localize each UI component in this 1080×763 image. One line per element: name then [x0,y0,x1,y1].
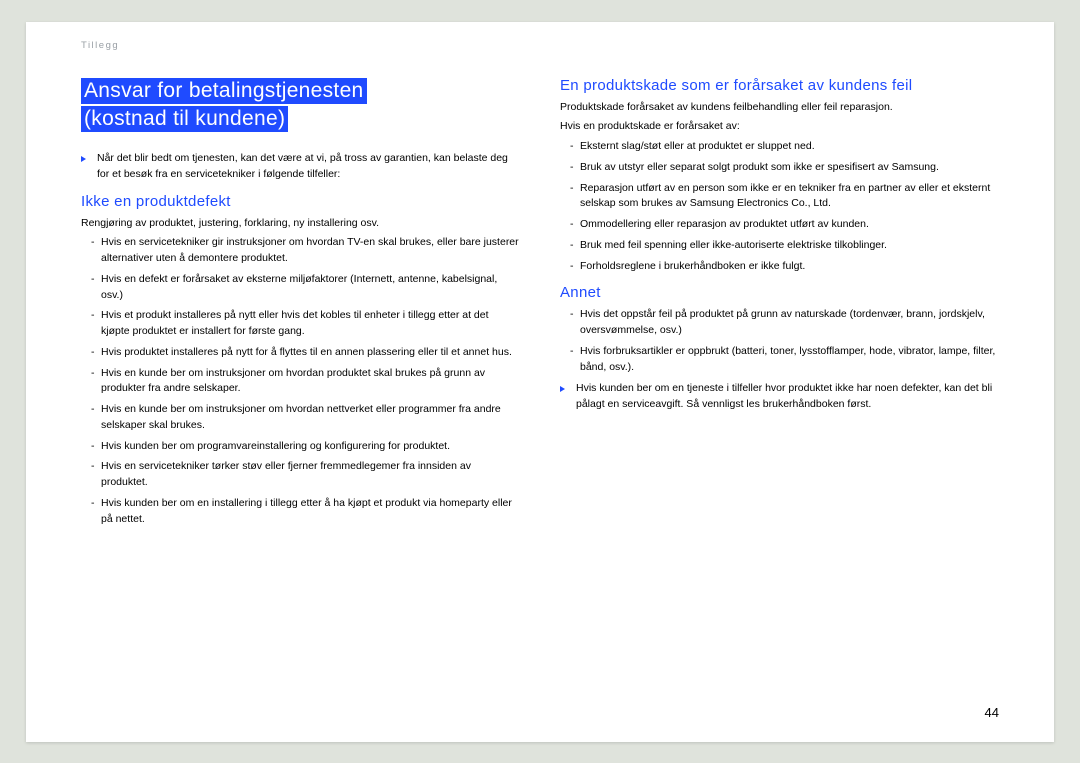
sub-heading-other: Annet [560,284,999,301]
list-item: Hvis det oppstår feil på produktet på gr… [570,307,999,339]
list-item: Reparasjon utført av en person som ikke … [570,181,999,213]
sub-intro-fault-1: Produktskade forårsaket av kundens feilb… [560,100,999,116]
list-item: Eksternt slag/støt eller at produktet er… [570,139,999,155]
list-item: Ommodellering eller reparasjon av produk… [570,217,999,233]
list-item: Hvis en defekt er forårsaket av eksterne… [91,272,520,304]
content-columns: Ansvar for betalingstjenesten (kostnad t… [81,77,999,533]
main-title: Ansvar for betalingstjenesten (kostnad t… [81,77,520,134]
title-line-1: Ansvar for betalingstjenesten [81,78,367,104]
list-item: Hvis kunden ber om programvareinstalleri… [91,439,520,455]
sub-heading-customer-fault: En produktskade som er forårsaket av kun… [560,77,999,94]
sub-intro-not-defect: Rengjøring av produktet, justering, fork… [81,216,520,232]
list-item: Hvis en kunde ber om instruksjoner om hv… [91,366,520,398]
list-item: Hvis produktet installeres på nytt for å… [91,345,520,361]
list-item: Hvis en servicetekniker tørker støv elle… [91,459,520,491]
sub-heading-not-defect: Ikke en produktdefekt [81,193,520,210]
intro-note: Når det blir bedt om tjenesten, kan det … [81,151,520,183]
list-item: Hvis en servicetekniker gir instruksjone… [91,235,520,267]
left-column: Ansvar for betalingstjenesten (kostnad t… [81,77,520,533]
list-item: Hvis en kunde ber om instruksjoner om hv… [91,402,520,434]
sub-intro-fault-2: Hvis en produktskade er forårsaket av: [560,119,999,135]
list-other: Hvis det oppstår feil på produktet på gr… [560,307,999,375]
list-not-defect: Hvis en servicetekniker gir instruksjone… [81,235,520,527]
breadcrumb: Tillegg [81,40,119,51]
document-page: Tillegg Ansvar for betalingstjenesten (k… [26,22,1054,742]
list-item: Hvis et produkt installeres på nytt elle… [91,308,520,340]
page-number: 44 [985,705,999,720]
list-item: Hvis forbruksartikler er oppbrukt (batte… [570,344,999,376]
list-item: Hvis kunden ber om en installering i til… [91,496,520,528]
list-item: Forholdsreglene i brukerhåndboken er ikk… [570,259,999,275]
closing-note: Hvis kunden ber om en tjeneste i tilfell… [560,381,999,413]
list-customer-fault: Eksternt slag/støt eller at produktet er… [560,139,999,274]
list-item: Bruk med feil spenning eller ikke-autori… [570,238,999,254]
title-line-2: (kostnad til kundene) [81,106,288,132]
right-column: En produktskade som er forårsaket av kun… [560,77,999,533]
list-item: Bruk av utstyr eller separat solgt produ… [570,160,999,176]
